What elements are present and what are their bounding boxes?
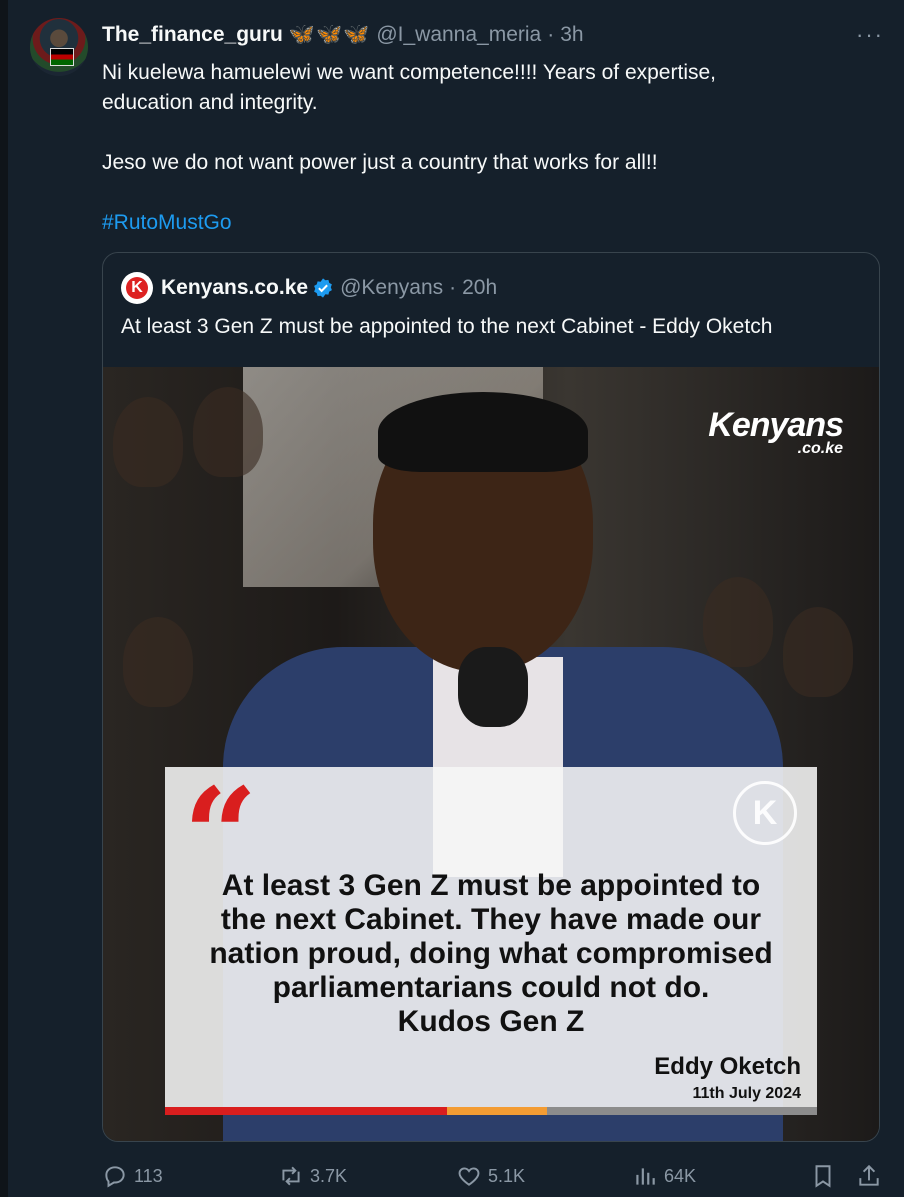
- bookmark-icon: [815, 1165, 831, 1188]
- quoted-image[interactable]: Kenyans .co.ke “ K At least 3 Gen Z must…: [103, 367, 879, 1141]
- verified-badge-icon: [314, 278, 332, 298]
- repost-count: 3.7K: [310, 1165, 348, 1186]
- reply-icon: [105, 1166, 125, 1188]
- tweet-time[interactable]: 3h: [560, 23, 583, 47]
- separator-dot: ·: [547, 23, 555, 46]
- tweet-line: Ni kuelewa hamuelewi we want competence!…: [102, 61, 716, 84]
- repost-icon: [282, 1166, 300, 1186]
- tweet-line: Jeso we do not want power just a country…: [102, 151, 658, 174]
- more-options-icon[interactable]: ···: [856, 22, 884, 48]
- heart-icon: [458, 1167, 480, 1186]
- bookmark-button[interactable]: [810, 1160, 836, 1192]
- card-quote-text: At least 3 Gen Z must be appointed to th…: [209, 869, 773, 1038]
- butterfly-emoji: 🦋🦋🦋: [288, 23, 371, 46]
- tweet-text: Ni kuelewa hamuelewi we want competence!…: [102, 58, 862, 238]
- views-chart-icon: [636, 1168, 655, 1185]
- repost-button[interactable]: 3.7K: [278, 1160, 347, 1192]
- like-button[interactable]: 5.1K: [456, 1160, 525, 1192]
- card-date: 11th July 2024: [692, 1085, 801, 1102]
- reply-button[interactable]: 113: [102, 1160, 163, 1192]
- card-author: Eddy Oketch: [654, 1053, 801, 1080]
- hashtag-link[interactable]: #RutoMustGo: [102, 211, 232, 234]
- views-button[interactable]: 64K: [632, 1160, 696, 1192]
- kenyans-watermark: Kenyans .co.ke: [708, 406, 844, 457]
- separator-dot: ·: [449, 276, 457, 299]
- action-bar: 113 3.7K 5.1K 64K: [102, 1160, 892, 1192]
- avatar[interactable]: [30, 18, 88, 76]
- view-count: 64K: [664, 1165, 697, 1186]
- quoted-header: K Kenyans.co.ke @Kenyans · 20h: [121, 272, 497, 304]
- like-count: 5.1K: [488, 1165, 526, 1186]
- tweet-line: education and integrity.: [102, 91, 318, 114]
- tweet-header: The_finance_guru 🦋🦋🦋 @I_wanna_meria · 3h: [102, 22, 584, 48]
- window-edge: [0, 0, 8, 1197]
- quote-card: “ K At least 3 Gen Z must be appointed t…: [165, 767, 817, 1115]
- card-color-bar: [165, 1107, 817, 1115]
- quoted-text: At least 3 Gen Z must be appointed to th…: [121, 315, 773, 338]
- display-name[interactable]: The_finance_guru: [102, 23, 283, 47]
- kenyans-avatar[interactable]: K: [121, 272, 153, 304]
- kenya-flag-icon: [50, 48, 74, 66]
- share-icon: [859, 1164, 879, 1186]
- user-handle[interactable]: @I_wanna_meria: [376, 23, 541, 47]
- card-logo-icon: K: [733, 781, 797, 845]
- share-button[interactable]: [856, 1160, 882, 1192]
- microphone: [458, 647, 528, 727]
- kenyans-logo-icon: K: [126, 277, 148, 299]
- quoted-time[interactable]: 20h: [462, 276, 497, 300]
- reply-count: 113: [134, 1165, 163, 1186]
- quoted-handle[interactable]: @Kenyans: [340, 276, 443, 300]
- tweet[interactable]: The_finance_guru 🦋🦋🦋 @I_wanna_meria · 3h…: [8, 0, 904, 1197]
- quoted-display-name[interactable]: Kenyans.co.ke: [161, 276, 308, 300]
- quoted-tweet[interactable]: K Kenyans.co.ke @Kenyans · 20h At least …: [102, 252, 880, 1142]
